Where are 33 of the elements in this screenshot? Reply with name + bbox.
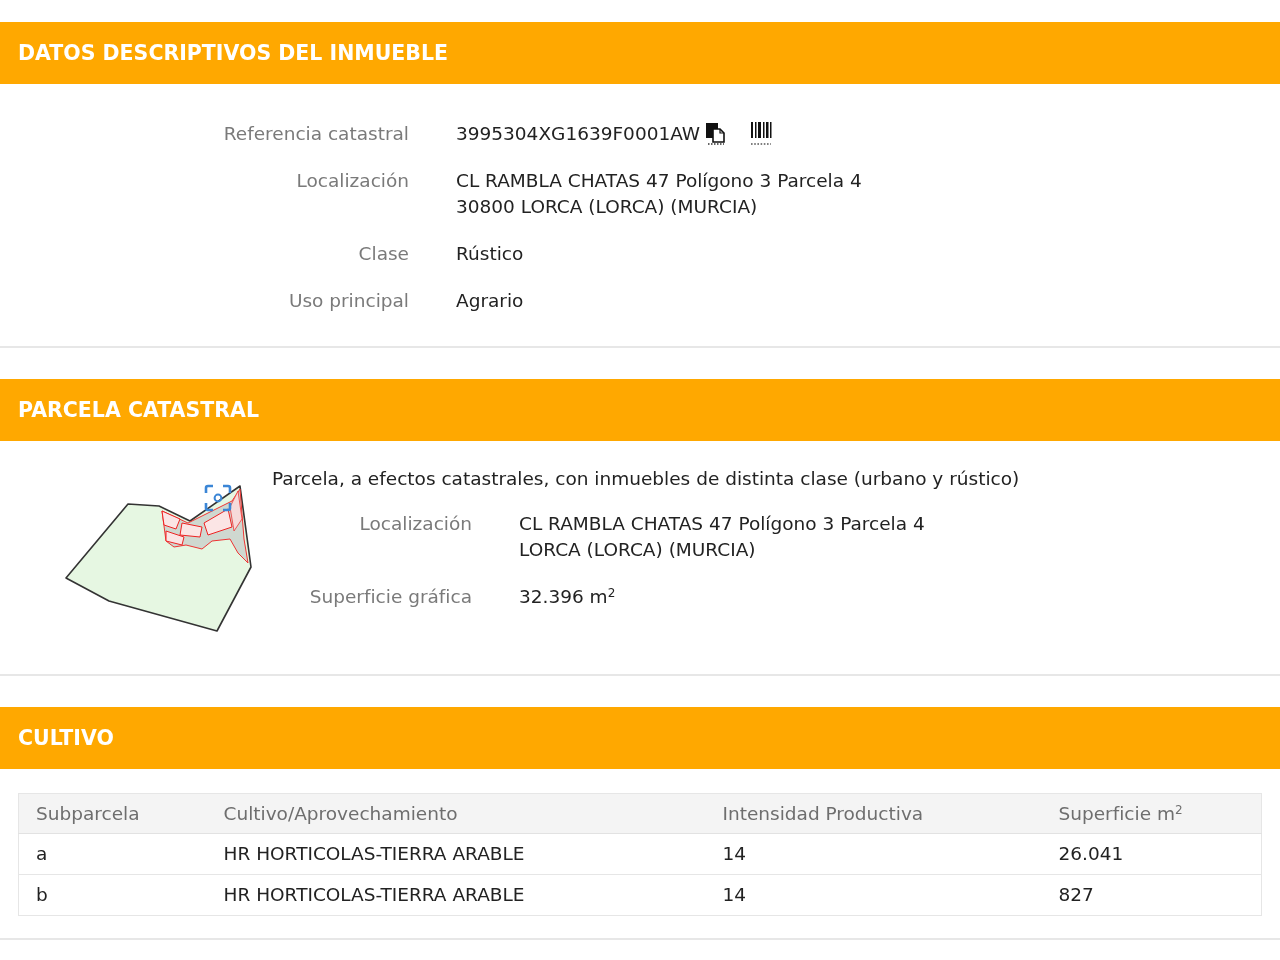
table-cell: HR HORTICOLAS-TIERRA ARABLE <box>206 833 706 875</box>
field-label: Clase <box>357 242 409 266</box>
field-label: Localización <box>295 169 409 193</box>
field-value: Agrario <box>456 289 524 313</box>
field-value: CL RAMBLA CHATAS 47 Polígono 3 Parcela 4 <box>456 169 862 193</box>
field-value: LORCA (LORCA) (MURCIA) <box>519 538 756 562</box>
barcode-icon[interactable] <box>750 122 773 146</box>
parcel-note: Parcela, a efectos catastrales, con inmuebles de distinta clase (urbano y rústico) <box>272 467 1020 491</box>
focus-icon[interactable] <box>204 484 232 512</box>
table-cell: 26.041 <box>1041 833 1262 875</box>
field-value: Rústico <box>456 242 524 266</box>
field-label: Referencia catastral <box>222 122 409 146</box>
field-value: 32.396 m$^{2}$ <box>519 585 616 609</box>
column-header: Subparcela <box>18 793 207 834</box>
table-cell: a <box>18 833 207 875</box>
field-value: 30800 LORCA (LORCA) (MURCIA) <box>456 195 758 219</box>
section-title: CULTIVO <box>18 725 114 751</box>
field-label: Superficie gráfica <box>308 585 472 609</box>
field-value: CL RAMBLA CHATAS 47 Polígono 3 Parcela 4 <box>519 512 925 536</box>
field-label: Uso principal <box>287 289 409 313</box>
column-header: Cultivo/Aprovechamiento <box>206 793 706 834</box>
section-title: PARCELA CATASTRAL <box>18 397 259 423</box>
table-cell: HR HORTICOLAS-TIERRA ARABLE <box>206 874 706 916</box>
table-cell: b <box>18 874 207 916</box>
field-value: 3995304XG1639F0001AW <box>456 122 701 146</box>
section-title: DATOS DESCRIPTIVOS DEL INMUEBLE <box>18 40 449 66</box>
table-cell: 14 <box>705 874 1042 916</box>
field-label: Localización <box>358 512 472 536</box>
column-header: Intensidad Productiva <box>705 793 1042 834</box>
table-cell: 14 <box>705 833 1042 875</box>
document-icon[interactable] <box>706 123 727 145</box>
column-header: Superficie m$^{2}$ <box>1041 793 1262 834</box>
table-cell: 827 <box>1041 874 1262 916</box>
